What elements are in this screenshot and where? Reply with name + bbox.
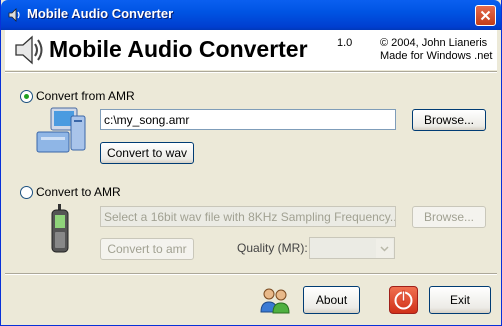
title-bar[interactable]: Mobile Audio Converter — [1, 0, 501, 30]
convert-to-amr-label[interactable]: Convert to AMR — [36, 185, 121, 199]
convert-to-amr-button[interactable]: Convert to amr — [100, 238, 194, 260]
convert-from-amr-label[interactable]: Convert from AMR — [36, 89, 135, 103]
amr-file-input[interactable]: c:\my_song.amr — [100, 109, 396, 130]
computer-icon — [36, 107, 86, 153]
made-for-line: Made for Windows .net — [380, 50, 493, 62]
wav-file-input[interactable]: Select a 16bit wav file with 8KHz Sampli… — [100, 206, 396, 227]
about-button[interactable]: About — [303, 286, 360, 314]
browse-amr-button[interactable]: Browse... — [412, 109, 486, 131]
copyright-block: © 2004, John Lianeris Made for Windows .… — [380, 37, 493, 63]
footer-divider — [5, 273, 497, 275]
convert-from-amr-radio[interactable] — [20, 90, 33, 103]
window-title: Mobile Audio Converter — [27, 6, 174, 21]
users-icon — [260, 288, 290, 314]
quality-dropdown-arrow[interactable] — [376, 239, 393, 258]
exit-button[interactable]: Exit — [429, 286, 491, 314]
convert-to-amr-radio[interactable] — [20, 186, 33, 199]
app-window: Mobile Audio Converter Mobile Audio Conv… — [0, 0, 502, 326]
power-button[interactable] — [389, 286, 418, 314]
quality-select[interactable] — [309, 237, 395, 259]
speaker-icon — [8, 8, 20, 22]
copyright-line: © 2004, John Lianeris — [380, 37, 488, 49]
close-icon — [480, 10, 491, 21]
mobile-phone-icon — [51, 204, 69, 253]
header-divider — [5, 71, 497, 73]
header-banner: Mobile Audio Converter 1.0 © 2004, John … — [5, 30, 497, 70]
browse-wav-button[interactable]: Browse... — [412, 206, 486, 228]
speaker-logo-icon — [15, 35, 43, 65]
version-label: 1.0 — [337, 37, 353, 49]
app-heading: Mobile Audio Converter — [49, 36, 308, 62]
power-icon — [394, 290, 413, 310]
chevron-down-icon — [380, 246, 389, 252]
quality-label: Quality (MR): — [237, 241, 308, 255]
convert-to-wav-button[interactable]: Convert to wav — [100, 142, 194, 164]
close-button[interactable] — [475, 5, 496, 26]
